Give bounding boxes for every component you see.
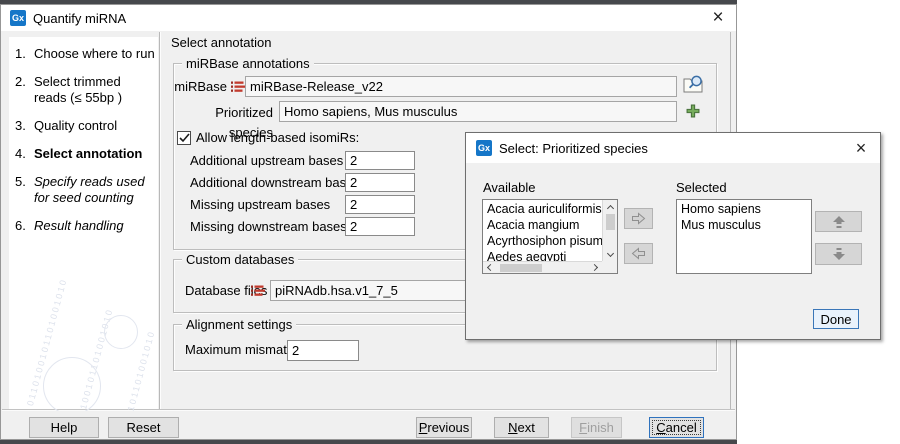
list-item[interactable]: Homo sapiens: [677, 201, 811, 217]
finish-button-disabled: Finish: [571, 417, 622, 438]
wizard-step-1: 1. Choose where to run: [15, 46, 156, 62]
isomir-checkbox[interactable]: [177, 131, 191, 145]
additional-downstream-label: Additional downstream bases: [190, 173, 360, 193]
cancel-button[interactable]: Cancel: [649, 417, 704, 438]
missing-downstream-label: Missing downstream bases: [190, 217, 347, 237]
list-item[interactable]: Acacia mangium: [483, 217, 602, 233]
move-down-button[interactable]: [815, 243, 862, 265]
horizontal-scrollbar[interactable]: [483, 261, 602, 273]
missing-upstream-label: Missing upstream bases: [190, 195, 330, 215]
gx-logo-icon: Gx: [476, 140, 492, 156]
screen-edge-bottom: [0, 440, 737, 444]
wizard-step-2: 2. Select trimmed reads (≤ 55bp ): [15, 74, 156, 106]
previous-button[interactable]: Previous: [416, 417, 472, 438]
close-icon[interactable]: ×: [842, 133, 880, 163]
missing-upstream-input[interactable]: [345, 195, 415, 214]
element-list-icon: [231, 80, 245, 94]
wizard-step-4-current: 4. Select annotation: [15, 146, 156, 162]
additional-upstream-label: Additional upstream bases: [190, 151, 343, 171]
footer-divider: [2, 409, 735, 411]
selected-list: Homo sapiens Mus musculus: [677, 200, 811, 233]
move-up-button[interactable]: [815, 211, 862, 232]
arrow-down-icon: [832, 247, 846, 261]
next-button[interactable]: Next: [494, 417, 549, 438]
window-title: Quantify miRNA: [33, 11, 126, 26]
reset-button[interactable]: Reset: [108, 417, 179, 438]
wizard-step-3: 3. Quality control: [15, 118, 156, 134]
wizard-step-5: 5. Specify reads used for seed counting: [15, 174, 156, 206]
done-button[interactable]: Done: [813, 309, 859, 329]
add-species-icon[interactable]: [686, 104, 700, 118]
close-icon[interactable]: ×: [700, 5, 736, 31]
prioritized-species-input[interactable]: [279, 101, 677, 122]
isomir-checkbox-label: Allow length-based isomiRs:: [196, 128, 359, 148]
mirbase-label: miRBase: [174, 77, 227, 97]
scroll-up-icon[interactable]: [603, 200, 618, 213]
element-list-icon: [251, 284, 265, 298]
watermark-circle: [104, 315, 138, 349]
maximum-mismatches-input[interactable]: [287, 340, 359, 361]
available-list: Acacia auriculiformis Acacia mangium Acy…: [483, 200, 602, 261]
select-species-dialog: Gx Select: Prioritized species × Availab…: [465, 132, 881, 340]
mirbase-input[interactable]: [245, 76, 677, 97]
move-right-button[interactable]: [624, 208, 653, 229]
additional-upstream-input[interactable]: [345, 151, 415, 170]
list-item[interactable]: Aedes aegypti: [483, 249, 602, 261]
additional-downstream-input[interactable]: [345, 173, 415, 192]
help-button[interactable]: Help: [29, 417, 99, 438]
group-legend: Custom databases: [182, 252, 298, 267]
available-label: Available: [483, 180, 536, 195]
scroll-down-icon[interactable]: [603, 248, 618, 261]
missing-downstream-input[interactable]: [345, 217, 415, 236]
move-left-button[interactable]: [624, 243, 653, 264]
available-listbox[interactable]: Acacia auriculiformis Acacia mangium Acy…: [482, 199, 618, 274]
scrollbar-thumb[interactable]: [606, 214, 615, 230]
sidebar-divider: [159, 32, 161, 410]
gx-logo-icon: Gx: [10, 10, 26, 26]
scroll-left-icon[interactable]: [483, 262, 496, 274]
selected-label: Selected: [676, 180, 727, 195]
group-legend: miRBase annotations: [182, 56, 314, 71]
selected-listbox[interactable]: Homo sapiens Mus musculus: [676, 199, 812, 274]
scrollbar-corner: [602, 261, 617, 273]
dialog-title: Select: Prioritized species: [499, 141, 648, 156]
scrollbar-thumb[interactable]: [500, 264, 542, 272]
list-item[interactable]: Mus musculus: [677, 217, 811, 233]
list-item[interactable]: Acacia auriculiformis: [483, 201, 602, 217]
arrow-up-icon: [832, 215, 846, 229]
panel-title: Select annotation: [171, 35, 271, 50]
window-titlebar: Gx Quantify miRNA ×: [1, 5, 736, 31]
watermark-circle: [43, 357, 101, 411]
wizard-step-6: 6. Result handling: [15, 218, 156, 234]
group-legend: Alignment settings: [182, 317, 296, 332]
scroll-right-icon[interactable]: [589, 262, 602, 274]
dialog-titlebar: Gx Select: Prioritized species ×: [466, 133, 880, 163]
wizard-sidebar: 0110100101101001010 0110100101101001010 …: [9, 37, 158, 411]
arrow-right-icon: [631, 212, 646, 225]
list-item[interactable]: Acyrthosiphon pisum: [483, 233, 602, 249]
browse-icon[interactable]: [682, 73, 706, 95]
vertical-scrollbar[interactable]: [602, 200, 617, 261]
arrow-left-icon: [631, 247, 646, 260]
